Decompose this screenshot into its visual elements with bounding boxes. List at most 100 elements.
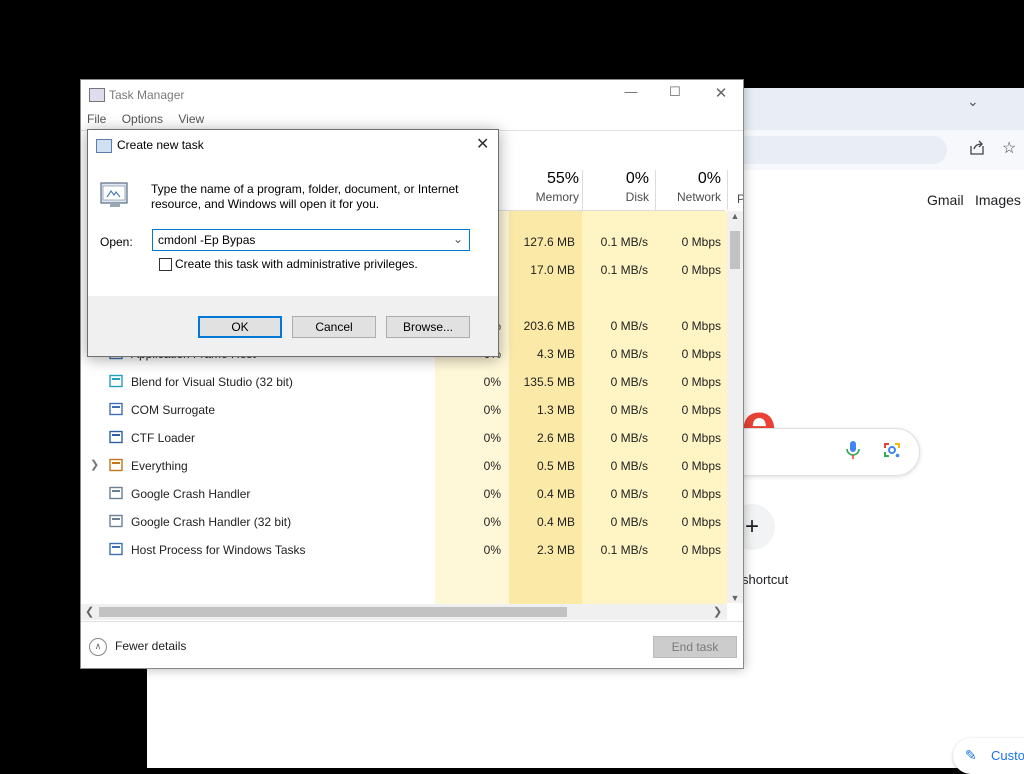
column-header-power-partial[interactable]: P — [737, 192, 743, 206]
open-combobox[interactable]: ⌄ — [152, 229, 470, 251]
open-input[interactable] — [158, 233, 438, 247]
maximize-button[interactable]: ☐ — [665, 84, 685, 100]
menu-bar: File Options View — [87, 112, 216, 126]
customize-label: Custo — [991, 748, 1024, 763]
menu-options[interactable]: Options — [122, 112, 163, 126]
process-row[interactable]: Google Crash Handler 0% 0.4 MB 0 MB/s 0 Mbps — [81, 480, 727, 508]
process-memory-value: 0.4 MB — [536, 515, 575, 529]
process-name: Everything — [131, 459, 188, 473]
admin-privileges-label[interactable]: Create this task with administrative pri… — [175, 257, 418, 271]
scroll-left-icon[interactable]: ❮ — [85, 605, 94, 618]
memory-percent: 55% — [546, 170, 579, 187]
process-disk-value: 0 MB/s — [610, 375, 648, 389]
scrollbar-thumb[interactable] — [730, 231, 740, 269]
process-memory-value: 17.0 MB — [530, 263, 575, 277]
memory-label: Memory — [535, 190, 579, 204]
chevron-down-icon[interactable]: ⌄ — [967, 93, 979, 110]
process-memory-value: 127.6 MB — [523, 235, 575, 249]
plus-icon: + — [744, 513, 759, 540]
process-icon — [109, 458, 123, 472]
process-icon — [109, 402, 123, 416]
process-network-value: 0 Mbps — [681, 347, 721, 361]
network-label: Network — [676, 190, 721, 204]
process-disk-value: 0.1 MB/s — [600, 543, 648, 557]
disk-percent: 0% — [625, 170, 649, 187]
horizontal-scrollbar[interactable]: ❮ ❯ — [81, 604, 727, 620]
scrollbar-thumb[interactable] — [99, 607, 567, 617]
process-network-value: 0 Mbps — [681, 543, 721, 557]
images-link[interactable]: Images — [975, 192, 1021, 208]
process-network-value: 0 Mbps — [681, 459, 721, 473]
process-cpu-value: 0% — [483, 431, 501, 445]
process-network-value: 0 Mbps — [681, 487, 721, 501]
process-icon — [109, 486, 123, 500]
ok-button[interactable]: OK — [198, 316, 282, 338]
process-row[interactable]: Blend for Visual Studio (32 bit) 0% 135.5 … — [81, 368, 727, 396]
dialog-content — [88, 130, 498, 296]
gmail-link[interactable]: Gmail — [927, 192, 964, 208]
chevron-down-icon[interactable]: ⌄ — [453, 232, 463, 246]
window-title: Task Manager — [109, 88, 185, 102]
menu-file[interactable]: File — [87, 112, 106, 126]
process-network-value: 0 Mbps — [681, 375, 721, 389]
process-network-value: 0 Mbps — [681, 235, 721, 249]
fewer-details-link[interactable]: Fewer details — [115, 639, 186, 653]
pencil-icon: ✎ — [965, 747, 977, 763]
vertical-scrollbar[interactable]: ▲ ▼ — [727, 211, 743, 603]
process-row[interactable]: CTF Loader 0% 2.6 MB 0 MB/s 0 Mbps — [81, 424, 727, 452]
process-name: COM Surrogate — [131, 403, 216, 417]
process-disk-value: 0 MB/s — [610, 515, 648, 529]
scroll-up-icon[interactable]: ▲ — [727, 211, 743, 221]
process-network-value: 0 Mbps — [681, 263, 721, 277]
process-row[interactable]: Google Crash Handler (32 bit) 0% 0.4 MB 0 M… — [81, 508, 727, 536]
expand-chevron-icon[interactable]: ❯ — [90, 458, 99, 471]
process-memory-value: 2.3 MB — [536, 543, 575, 557]
process-cpu-value: 0% — [483, 375, 501, 389]
dialog-description: Type the name of a program, folder, docu… — [151, 182, 459, 211]
open-label: Open: — [100, 235, 133, 249]
column-header-network[interactable]: 0% Network — [649, 170, 721, 204]
process-memory-value: 0.5 MB — [536, 459, 575, 473]
scroll-right-icon[interactable]: ❯ — [713, 605, 722, 618]
cancel-button[interactable]: Cancel — [292, 316, 376, 338]
column-separator — [727, 170, 728, 210]
process-row[interactable]: ❯ Everything 0% 0.5 MB 0 MB/s 0 Mbps — [81, 452, 727, 480]
lens-icon[interactable] — [882, 440, 902, 463]
minimize-button[interactable]: — — [621, 84, 641, 99]
process-cpu-value: 0% — [483, 459, 501, 473]
browse-button[interactable]: Browse... — [386, 316, 470, 338]
process-network-value: 0 Mbps — [681, 403, 721, 417]
chevron-up-icon[interactable]: ∧ — [89, 638, 107, 656]
close-icon[interactable]: ✕ — [476, 134, 489, 154]
process-icon — [109, 374, 123, 388]
process-row[interactable]: Host Process for Windows Tasks 0% 2.3 MB 0.… — [81, 536, 727, 564]
process-name: Google Crash Handler — [131, 487, 251, 501]
process-cpu-value: 0% — [483, 515, 501, 529]
process-icon — [109, 430, 123, 444]
process-icon — [109, 514, 123, 528]
process-memory-value: 1.3 MB — [536, 403, 575, 417]
scroll-down-icon[interactable]: ▼ — [727, 593, 743, 603]
process-row[interactable]: COM Surrogate 0% 1.3 MB 0 MB/s 0 Mbps — [81, 396, 727, 424]
process-memory-value: 4.3 MB — [536, 347, 575, 361]
close-button[interactable]: ✕ — [711, 84, 731, 102]
process-network-value: 0 Mbps — [681, 515, 721, 529]
mic-icon[interactable] — [845, 440, 861, 463]
process-name: CTF Loader — [131, 431, 196, 445]
process-memory-value: 135.5 MB — [523, 375, 575, 389]
process-icon — [109, 542, 123, 556]
column-header-disk[interactable]: 0% Disk — [577, 170, 649, 204]
admin-privileges-checkbox[interactable] — [159, 258, 172, 271]
process-cpu-value: 0% — [483, 403, 501, 417]
customize-chrome-button[interactable]: ✎ Custo — [953, 738, 1024, 774]
dialog-title: Create new task — [117, 138, 204, 152]
footer-divider — [81, 621, 743, 622]
end-task-button[interactable]: End task — [653, 636, 737, 658]
star-icon[interactable]: ☆ — [1002, 138, 1016, 158]
process-disk-value: 0.1 MB/s — [600, 235, 648, 249]
process-disk-value: 0 MB/s — [610, 319, 648, 333]
process-disk-value: 0 MB/s — [610, 347, 648, 361]
column-header-memory[interactable]: 55% Memory — [507, 170, 579, 204]
share-icon[interactable] — [969, 140, 985, 161]
menu-view[interactable]: View — [178, 112, 204, 126]
